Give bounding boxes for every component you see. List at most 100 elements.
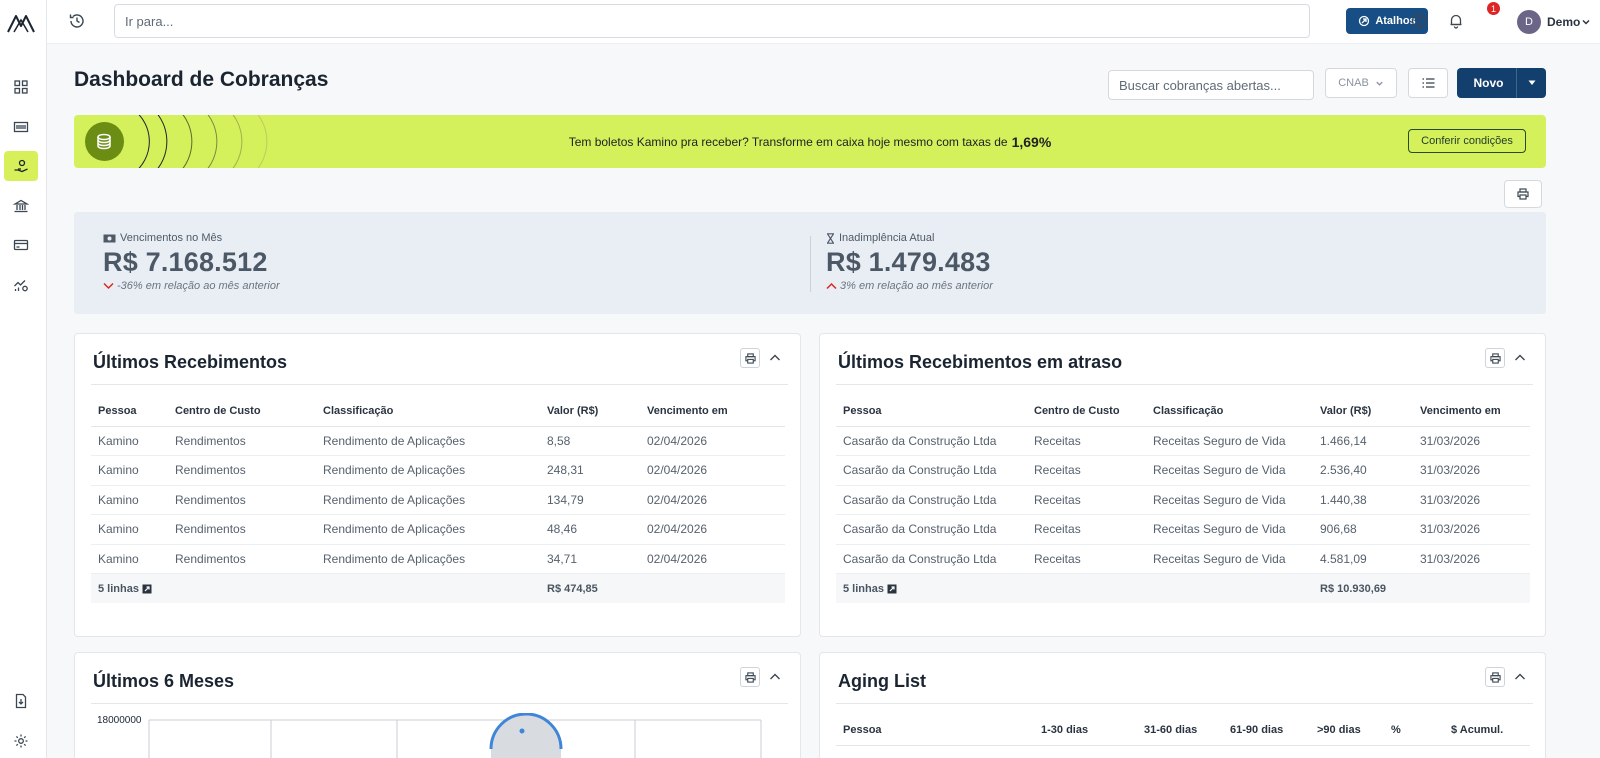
print-icon <box>1489 352 1501 364</box>
sidebar-item-settings[interactable] <box>4 726 38 756</box>
column-header[interactable]: Centro de Custo <box>1027 396 1146 427</box>
new-button-label: Novo <box>1473 76 1504 90</box>
aging-list-card: Aging List Pessoa 1-30 dias 31-60 dias 6… <box>819 652 1546 758</box>
bank-icon <box>13 199 29 213</box>
check-conditions-button[interactable]: Conferir condições <box>1408 129 1526 153</box>
credit-card-icon <box>13 239 29 251</box>
chevron-up-icon[interactable] <box>768 351 782 365</box>
new-dropdown-toggle[interactable] <box>1516 68 1546 98</box>
footer-total: R$ 10.930,69 <box>1313 573 1413 603</box>
table-row[interactable]: Casarão da Construção Ltda Receitas Receit… <box>836 485 1530 515</box>
table-row[interactable]: Kamino Rendimentos Rendimento de Aplicaçõe… <box>91 485 785 515</box>
kpi-label: Inadimplência Atual <box>839 232 935 244</box>
sidebar-item-dashboard[interactable] <box>4 72 38 102</box>
print-icon <box>1489 671 1501 683</box>
card-divider <box>836 703 1533 704</box>
help-icon[interactable] <box>1410 12 1428 30</box>
cell-value: 906,68 <box>1313 514 1413 545</box>
column-header[interactable]: 1-30 dias <box>1034 715 1137 746</box>
column-header[interactable]: 61-90 dias <box>1223 715 1310 746</box>
overdue-receipts-card: Últimos Recebimentos em atraso Pessoa Ce… <box>819 333 1546 637</box>
last-six-months-card: Últimos 6 Meses 18000000 <box>74 652 801 758</box>
cell-due-date: 02/04/2026 <box>640 485 785 515</box>
data-point[interactable] <box>519 728 525 734</box>
cell-value: 48,46 <box>540 514 640 545</box>
print-button[interactable] <box>740 348 760 368</box>
table-row[interactable]: Kamino Rendimentos Rendimento de Aplicaçõe… <box>91 426 785 456</box>
sidebar-item-receivables[interactable] <box>4 151 38 181</box>
chevron-up-icon[interactable] <box>1513 351 1527 365</box>
table-footer-row: 5 linhas R$ 10.930,69 <box>836 573 1530 603</box>
bill-icon <box>13 121 29 133</box>
column-header[interactable]: Classificação <box>316 396 540 427</box>
column-header[interactable]: 31-60 dias <box>1137 715 1223 746</box>
caret-down-icon <box>1528 80 1535 85</box>
column-header[interactable]: Pessoa <box>836 396 1027 427</box>
goto-search-input[interactable] <box>114 4 1310 38</box>
sidebar-item-bank[interactable] <box>4 191 38 221</box>
print-icon <box>1517 188 1529 200</box>
chart-grid <box>148 719 762 758</box>
table-row[interactable]: Kamino Rendimentos Rendimento de Aplicaçõe… <box>91 514 785 545</box>
chevron-down-icon <box>1376 81 1383 86</box>
cell-due-date: 31/03/2026 <box>1413 426 1530 456</box>
list-view-button[interactable] <box>1408 68 1448 98</box>
line-count-label: 5 linhas <box>843 582 884 595</box>
card-divider <box>836 384 1533 385</box>
column-header[interactable]: Centro de Custo <box>168 396 316 427</box>
print-button[interactable] <box>1485 348 1505 368</box>
trend-up-icon <box>826 282 837 290</box>
table-row[interactable]: Casarão da Construção Ltda Receitas Receit… <box>836 455 1530 486</box>
search-open-charges-input[interactable] <box>1108 70 1314 100</box>
cell-due-date: 31/03/2026 <box>1413 455 1530 486</box>
gear-icon <box>14 734 28 748</box>
history-icon[interactable] <box>67 11 87 31</box>
sidebar-item-reports[interactable] <box>4 270 38 300</box>
user-menu[interactable]: D Demo <box>1517 10 1591 34</box>
table-row[interactable]: Casarão da Construção Ltda Receitas Receit… <box>836 544 1530 574</box>
footer-line-count[interactable]: 5 linhas <box>836 573 1027 603</box>
card-divider <box>91 703 788 704</box>
footer-line-count[interactable]: 5 linhas <box>91 573 168 603</box>
print-button[interactable] <box>740 667 760 687</box>
cell-person: Casarão da Construção Ltda <box>836 485 1027 515</box>
table-row[interactable]: Kamino Rendimentos Rendimento de Aplicaçõe… <box>91 544 785 574</box>
sidebar-item-cards[interactable] <box>4 230 38 260</box>
chevron-up-icon[interactable] <box>1513 670 1527 684</box>
cell-due-date: 02/04/2026 <box>640 544 785 574</box>
sidebar-item-payables[interactable] <box>4 112 38 142</box>
table-row[interactable]: Kamino Rendimentos Rendimento de Aplicaçõe… <box>91 455 785 486</box>
column-header[interactable]: Pessoa <box>91 396 168 427</box>
money-icon <box>103 234 116 242</box>
cell-person: Kamino <box>91 544 168 574</box>
column-header[interactable]: $ Acumul. <box>1444 715 1530 746</box>
cell-value: 2.536,40 <box>1313 455 1413 486</box>
table-row[interactable]: Casarão da Construção Ltda Receitas Receit… <box>836 514 1530 545</box>
card-tools <box>740 667 782 687</box>
card-title: Últimos Recebimentos <box>93 352 288 372</box>
bell-icon[interactable] <box>1447 12 1465 30</box>
table-row[interactable]: Casarão da Construção Ltda Receitas Receit… <box>836 426 1530 456</box>
column-header[interactable]: Valor (R$) <box>540 396 640 427</box>
avatar: D <box>1517 10 1541 34</box>
column-header[interactable]: % <box>1384 715 1444 746</box>
cell-due-date: 02/04/2026 <box>640 426 785 456</box>
logo-icon[interactable] <box>6 10 36 36</box>
column-header[interactable]: Valor (R$) <box>1313 396 1413 427</box>
cell-cost-center: Receitas <box>1027 485 1146 515</box>
column-header[interactable]: Vencimento em <box>640 396 785 427</box>
cnab-dropdown[interactable]: CNAB <box>1325 68 1397 98</box>
sidebar-item-import[interactable] <box>4 686 38 716</box>
print-button[interactable] <box>1485 667 1505 687</box>
cell-classification: Rendimento de Aplicações <box>316 455 540 486</box>
recent-receipts-table: Pessoa Centro de Custo Classificação Val… <box>91 396 785 603</box>
column-header[interactable]: Classificação <box>1146 396 1313 427</box>
column-header[interactable]: >90 dias <box>1310 715 1384 746</box>
overdue-receipts-table: Pessoa Centro de Custo Classificação Val… <box>836 396 1530 603</box>
new-button[interactable]: Novo <box>1457 68 1546 98</box>
chevron-up-icon[interactable] <box>768 670 782 684</box>
print-dashboard-button[interactable] <box>1504 180 1542 208</box>
trend-down-icon <box>103 282 114 290</box>
column-header[interactable]: Vencimento em <box>1413 396 1530 427</box>
column-header[interactable]: Pessoa <box>836 715 1034 746</box>
